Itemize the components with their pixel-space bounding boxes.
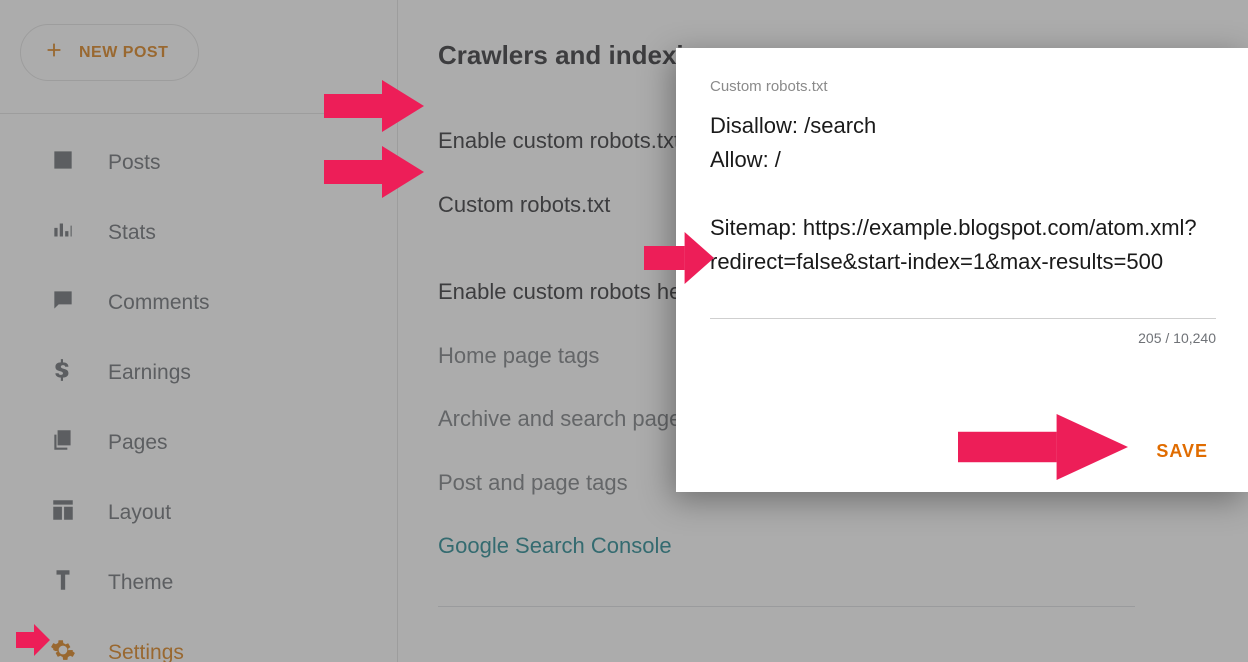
dialog-field-label: Custom robots.txt	[710, 78, 1216, 95]
robots-txt-textarea[interactable]	[710, 109, 1216, 319]
custom-robots-dialog: Custom robots.txt 205 / 10,240 SAVE	[676, 48, 1248, 492]
char-count: 205 / 10,240	[710, 330, 1216, 346]
save-button[interactable]: SAVE	[1156, 441, 1208, 462]
